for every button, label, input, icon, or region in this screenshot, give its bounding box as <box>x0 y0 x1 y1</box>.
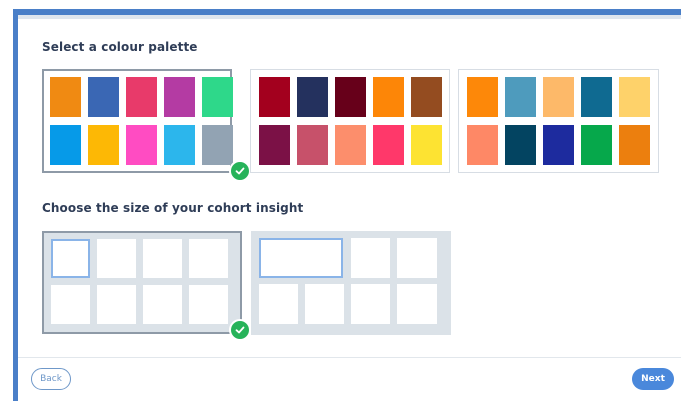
size-cell <box>259 238 343 278</box>
palette-swatch <box>619 77 650 117</box>
palette-swatch <box>335 77 366 117</box>
checkmark-icon <box>229 160 251 182</box>
palette-swatch <box>297 125 328 165</box>
palette-swatch <box>202 125 233 165</box>
palette-swatch <box>50 125 81 165</box>
palette-option-1[interactable] <box>42 69 233 173</box>
size-cell <box>351 284 390 324</box>
size-cell <box>189 285 228 324</box>
palette-swatch <box>373 77 404 117</box>
palette-option-3[interactable] <box>458 69 659 173</box>
palette-swatch <box>411 125 442 165</box>
dialog-frame: Select a colour palette Choose the size … <box>0 0 681 401</box>
palette-swatch <box>259 77 290 117</box>
size-cell <box>351 238 390 278</box>
palette-swatch <box>467 125 498 165</box>
palette-swatch <box>297 77 328 117</box>
size-cell <box>51 239 90 278</box>
palette-swatch <box>88 125 119 165</box>
palette-swatch <box>581 77 612 117</box>
size-cell <box>97 239 136 278</box>
palette-swatch <box>505 125 536 165</box>
palette-swatch <box>202 77 233 117</box>
size-cell <box>259 284 298 324</box>
size-option-wide[interactable] <box>251 231 451 335</box>
back-button[interactable]: Back <box>31 368 71 390</box>
palette-swatch <box>50 77 81 117</box>
palette-swatch <box>126 125 157 165</box>
palette-swatch <box>543 125 574 165</box>
palette-swatch <box>164 125 195 165</box>
footer-divider <box>18 357 681 358</box>
palette-swatch <box>581 125 612 165</box>
size-cell <box>97 285 136 324</box>
palette-swatch <box>619 125 650 165</box>
size-cell <box>51 285 90 324</box>
palette-swatch <box>259 125 290 165</box>
palette-swatch <box>88 77 119 117</box>
palette-swatch <box>335 125 366 165</box>
size-heading: Choose the size of your cohort insight <box>42 201 304 215</box>
palette-swatch <box>543 77 574 117</box>
palette-swatch <box>411 77 442 117</box>
palette-swatch <box>164 77 195 117</box>
size-cell <box>305 284 344 324</box>
size-cell <box>143 239 182 278</box>
palette-swatch <box>467 77 498 117</box>
checkmark-icon <box>229 319 251 341</box>
size-cell <box>189 239 228 278</box>
size-cell <box>397 238 437 278</box>
size-option-small[interactable] <box>42 231 242 334</box>
palette-swatch <box>505 77 536 117</box>
palette-swatch <box>126 77 157 117</box>
palette-option-2[interactable] <box>250 69 450 173</box>
size-cell <box>397 284 437 324</box>
palette-swatch <box>373 125 404 165</box>
next-button[interactable]: Next <box>632 368 674 390</box>
palette-heading: Select a colour palette <box>42 40 198 54</box>
size-cell <box>143 285 182 324</box>
